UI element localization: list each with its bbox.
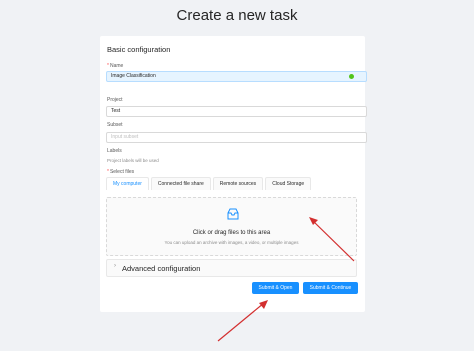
advanced-configuration-label: Advanced configuration (122, 264, 201, 273)
section-title: Basic configuration (107, 45, 171, 54)
submit-continue-button[interactable]: Submit & Continue (303, 282, 358, 294)
dropzone-hint-text: You can upload an archive with images, a… (164, 240, 299, 245)
select-files-label: *Select files (107, 169, 134, 175)
dropzone-main-text: Click or drag files to this area (192, 230, 271, 236)
valid-check-icon (349, 74, 354, 79)
tab-remote-sources[interactable]: Remote sources (212, 177, 264, 190)
tab-connected-file-share[interactable]: Connected file share (150, 177, 211, 190)
tab-my-computer[interactable]: My computer (106, 177, 149, 190)
labels-hint: Project labels will be used (107, 158, 159, 163)
labels-label: Labels (107, 148, 122, 154)
task-form-card: Basic configuration *Name Project Subset… (100, 36, 367, 312)
name-input[interactable] (106, 71, 367, 82)
subset-input[interactable] (106, 132, 367, 143)
tab-cloud-storage[interactable]: Cloud Storage (265, 177, 312, 190)
required-mark: * (107, 63, 109, 69)
select-files-label-text: Select files (109, 169, 135, 175)
submit-open-button[interactable]: Submit & Open (252, 282, 299, 294)
page-title: Create a new task (176, 7, 298, 24)
file-source-tabs: My computer Connected file share Remote … (106, 177, 313, 191)
file-dropzone[interactable]: Click or drag files to this area You can… (106, 197, 357, 256)
name-label: *Name (107, 63, 123, 69)
inbox-icon (227, 208, 239, 220)
required-mark: * (107, 169, 109, 175)
chevron-right-icon: › (114, 263, 116, 269)
project-label: Project (107, 97, 123, 103)
name-label-text: Name (109, 63, 124, 69)
subset-label: Subset (107, 122, 123, 128)
advanced-configuration-panel[interactable]: › Advanced configuration (106, 259, 357, 277)
project-select[interactable] (106, 106, 367, 117)
